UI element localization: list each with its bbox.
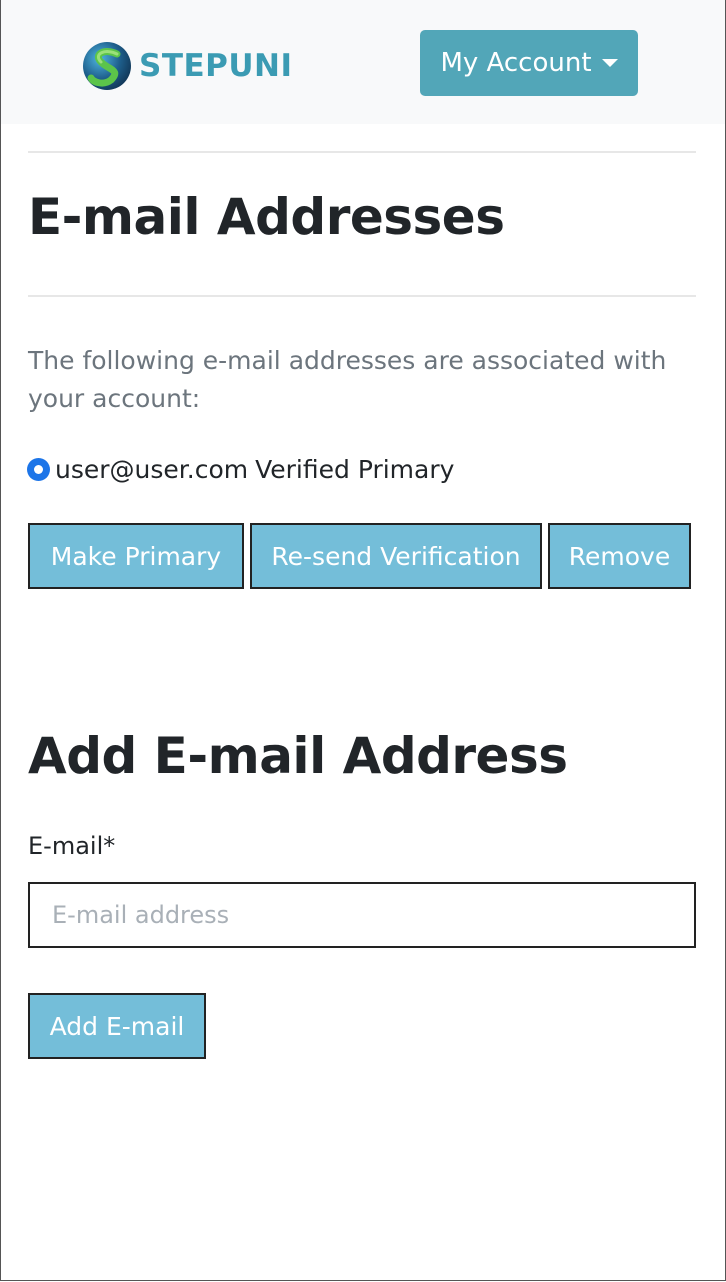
email-field-label: E-mail* xyxy=(28,832,116,860)
brand-name: STEPUNI xyxy=(139,48,293,84)
divider-top xyxy=(28,151,696,153)
email-input[interactable] xyxy=(28,882,696,948)
intro-text: The following e-mail addresses are assoc… xyxy=(28,346,667,413)
stepuni-logo-icon xyxy=(83,42,131,90)
add-email-button[interactable]: Add E-mail xyxy=(28,993,206,1059)
remove-button[interactable]: Remove xyxy=(548,523,691,589)
my-account-dropdown-button[interactable]: My Account xyxy=(420,30,638,96)
add-email-title: Add E-mail Address xyxy=(28,727,568,785)
page-title: E-mail Addresses xyxy=(28,188,505,246)
email-address: user@user.com xyxy=(55,455,249,484)
email-status: Verified Primary xyxy=(255,455,455,484)
caret-down-icon xyxy=(601,59,618,67)
email-radio-selected[interactable] xyxy=(28,459,49,480)
email-list-item[interactable]: user@user.com Verified Primary xyxy=(28,455,454,484)
brand-link[interactable]: STEPUNI xyxy=(81,40,293,92)
divider-title xyxy=(28,295,696,297)
resend-verification-button[interactable]: Re-send Verification xyxy=(250,523,542,589)
my-account-label: My Account xyxy=(440,48,592,78)
navbar: STEPUNI My Account xyxy=(1,0,725,124)
make-primary-button[interactable]: Make Primary xyxy=(28,523,244,589)
